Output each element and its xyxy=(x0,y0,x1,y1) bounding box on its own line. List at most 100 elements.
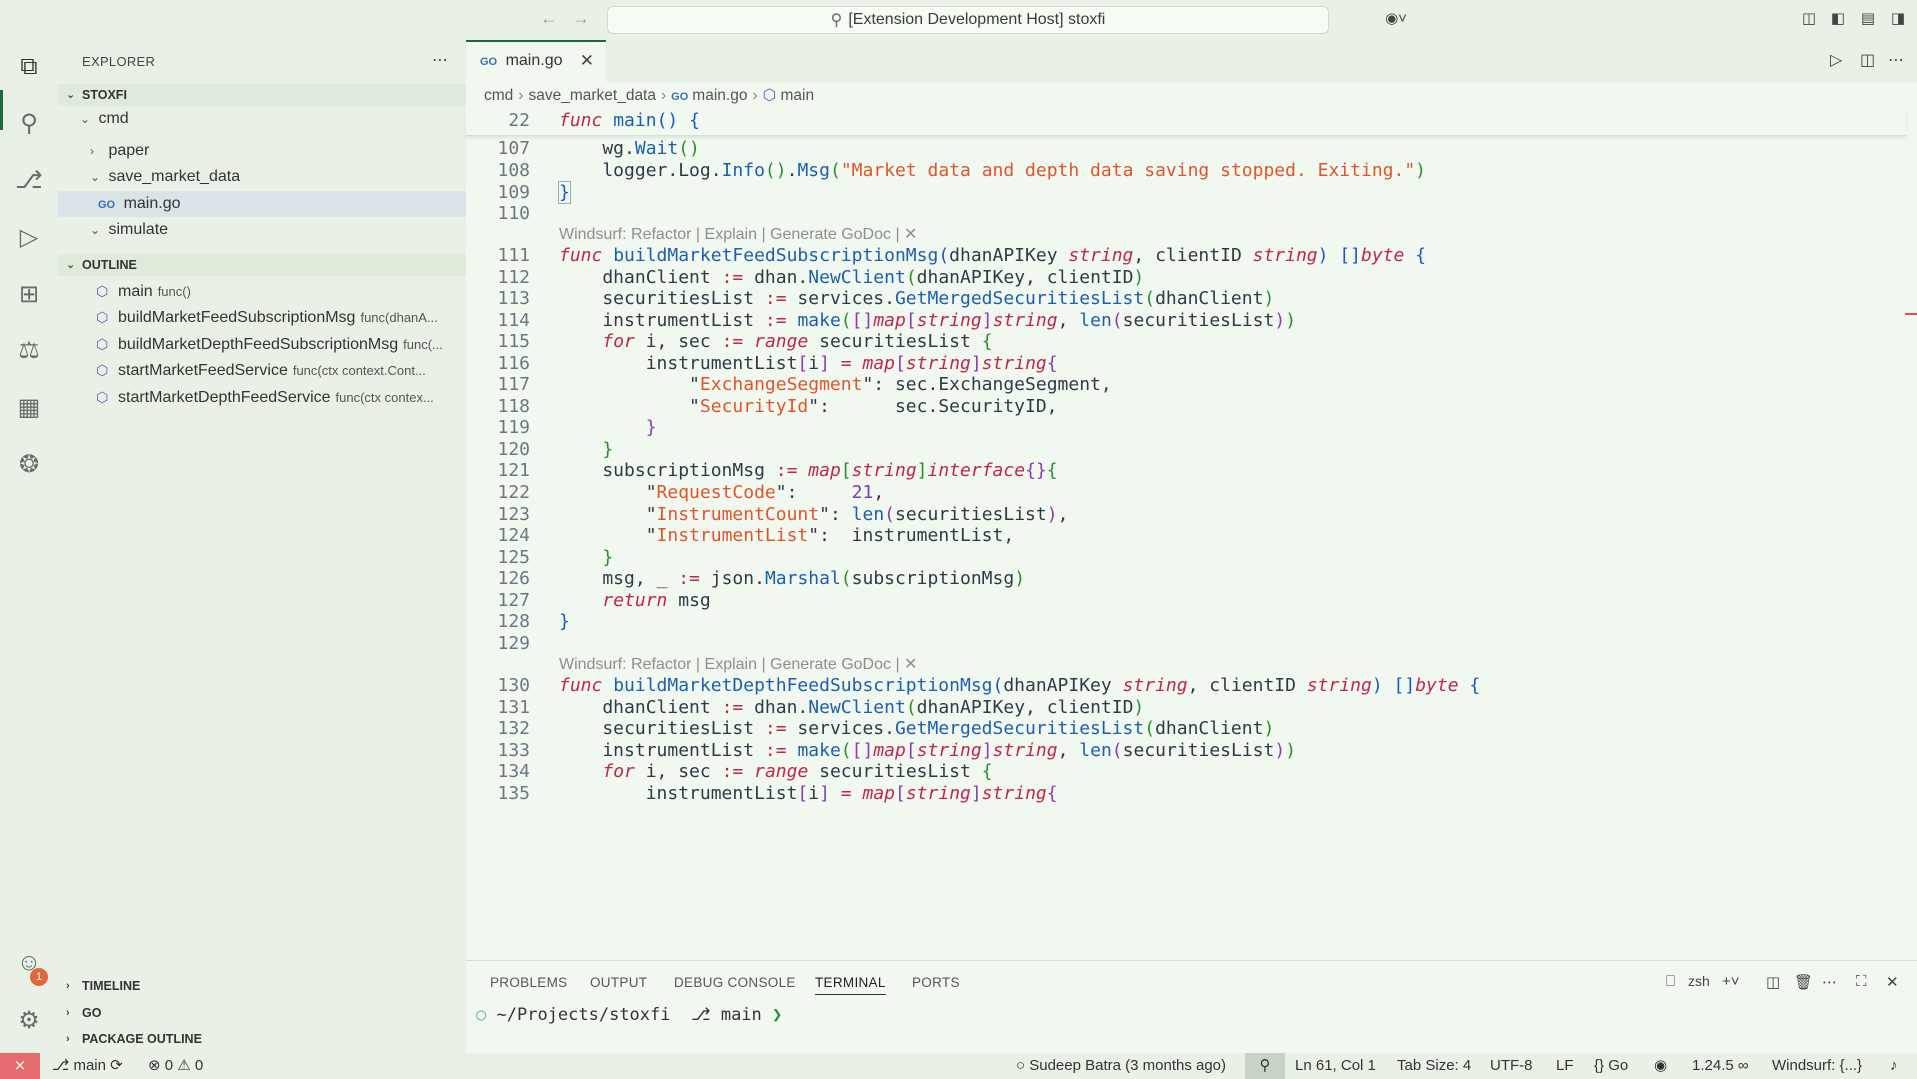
blame-text: Sudeep Batra (3 months ago) xyxy=(1029,1057,1227,1074)
source-control-icon[interactable]: ⎇ xyxy=(14,165,44,195)
problems-indicator[interactable]: ⊗ 0 ⚠ 0 xyxy=(148,1053,203,1079)
tab-main-go[interactable]: GO main.go ✕ xyxy=(466,40,606,82)
code-editor[interactable]: 22 func main() { 107 wg.Wait() 108 logger… xyxy=(466,110,1917,960)
breadcrumb-item[interactable]: main xyxy=(780,87,814,104)
search-icon: ⚲ xyxy=(830,12,843,29)
terminal-shell-label[interactable]: zsh xyxy=(1688,973,1710,989)
tree-item-label: cmd xyxy=(98,110,129,127)
status-bar: ⨯ ⎇ main ⟳ ⊗ 0 ⚠ 0 ○ Sudeep Batra (3 mon… xyxy=(0,1053,1917,1079)
chevron-right-icon: › xyxy=(66,980,70,992)
line-number: 129 xyxy=(497,633,530,654)
chevron-down-icon: ⌄ xyxy=(66,89,76,101)
encoding[interactable]: UTF-8 xyxy=(1490,1053,1533,1079)
run-icon[interactable]: ▷ xyxy=(1830,50,1842,70)
kubernetes-icon[interactable]: ❂ xyxy=(14,449,44,479)
function-symbol-icon: ⬡ xyxy=(96,336,109,352)
line-ending[interactable]: LF xyxy=(1556,1053,1574,1079)
close-icon[interactable]: ✕ xyxy=(580,42,594,80)
back-arrow-icon[interactable]: ← xyxy=(540,8,558,29)
timeline-header[interactable]: › TIMELINE xyxy=(58,975,466,997)
tab-ports[interactable]: PORTS xyxy=(912,975,960,990)
toggle-secondary-sidebar-icon[interactable]: ◨ xyxy=(1889,10,1907,28)
error-icon: ⊗ xyxy=(148,1057,161,1074)
scrollbar-marker xyxy=(1905,313,1917,315)
function-symbol-icon: ⬡ xyxy=(96,283,109,299)
maximize-panel-icon[interactable]: ⛶ xyxy=(1856,973,1867,990)
forward-arrow-icon[interactable]: → xyxy=(572,8,590,29)
more-actions-icon[interactable]: ⋯ xyxy=(1822,973,1837,991)
tree-item-label: main.go xyxy=(123,195,181,212)
copilot-icon[interactable]: ◉˅ xyxy=(1380,10,1412,28)
sticky-scroll-line[interactable]: 22 func main() { xyxy=(466,110,1906,136)
outline-item[interactable]: ⬡ startMarketFeedService func(ctx context… xyxy=(58,358,466,384)
chevron-down-icon: ⌄ xyxy=(66,259,76,271)
breadcrumb-item[interactable]: main.go xyxy=(692,87,747,104)
split-terminal-icon[interactable]: ◫ xyxy=(1766,973,1780,991)
warning-count: 0 xyxy=(194,1057,204,1074)
go-version[interactable]: 1.24.5 ∞ xyxy=(1692,1053,1749,1079)
search-icon[interactable]: ⚲ xyxy=(14,108,44,138)
extensions-icon[interactable]: ⊞ xyxy=(14,279,44,309)
testing-icon[interactable]: ⚖ xyxy=(14,335,44,365)
package-outline-header[interactable]: › PACKAGE OUTLINE xyxy=(58,1028,466,1050)
more-actions-icon[interactable]: ⋯ xyxy=(1888,50,1904,70)
explorer-icon[interactable]: ⧉ xyxy=(14,52,44,82)
git-blame[interactable]: ○ Sudeep Batra (3 months ago) xyxy=(1016,1053,1226,1079)
trash-icon[interactable]: 🗑 xyxy=(1794,973,1813,991)
tree-item-main-go[interactable]: GO main.go xyxy=(58,191,466,217)
folder-header[interactable]: ⌄ STOXFI xyxy=(58,84,466,106)
toggle-sidebar-icon[interactable]: ◧ xyxy=(1829,10,1847,28)
tab-label: main.go xyxy=(505,52,563,69)
chevron-down-icon: ⌄ xyxy=(90,223,101,237)
zoom-icon[interactable]: ⚲ xyxy=(1245,1053,1285,1079)
bottom-panel: PROBLEMS OUTPUT DEBUG CONSOLE TERMINAL P… xyxy=(466,960,1917,1053)
section-title: GO xyxy=(82,1006,102,1020)
command-center-label: [Extension Development Host] stoxfi xyxy=(848,11,1106,28)
go-header[interactable]: › GO xyxy=(58,1002,466,1024)
terminal-path: ~/Projects/stoxfi xyxy=(496,1005,671,1025)
branch-icon: ⎇ xyxy=(690,1005,711,1025)
tree-item-simulate[interactable]: ⌄ simulate xyxy=(58,217,466,243)
tab-debug-console[interactable]: DEBUG CONSOLE xyxy=(674,975,796,990)
more-actions-icon[interactable]: ⋯ xyxy=(432,50,448,70)
title-bar: ← → ⚲ [Extension Development Host] stoxf… xyxy=(0,0,1917,40)
outline-header[interactable]: ⌄ OUTLINE xyxy=(58,254,466,276)
code-line: 135 instrumentList[i] = map[string]strin… xyxy=(466,781,1906,807)
tree-item-save-market-data[interactable]: ⌄ save_market_data xyxy=(58,164,466,190)
sync-icon[interactable]: ⟳ xyxy=(110,1057,123,1074)
line-number: 135 xyxy=(497,783,530,804)
language-mode[interactable]: {} Go xyxy=(1594,1053,1628,1079)
breadcrumb-item[interactable]: save_market_data xyxy=(528,87,656,104)
toggle-panel-icon[interactable]: ▤ xyxy=(1859,10,1877,28)
tab-output[interactable]: OUTPUT xyxy=(590,975,647,990)
branch-indicator[interactable]: ⎇ main ⟳ xyxy=(52,1053,123,1079)
outline-item[interactable]: ⬡ buildMarketFeedSubscriptionMsg func(dha… xyxy=(58,305,466,331)
tree-item-cmd[interactable]: ⌄ cmd xyxy=(58,106,466,132)
tab-problems[interactable]: PROBLEMS xyxy=(490,975,567,990)
settings-gear-icon[interactable]: ⚙ xyxy=(14,1005,44,1035)
layout-customize-icon[interactable]: ◫ xyxy=(1800,10,1818,28)
copilot-status-icon[interactable]: ◉ xyxy=(1654,1053,1667,1079)
tree-item-label: simulate xyxy=(108,221,169,238)
run-debug-icon[interactable]: ▷ xyxy=(14,222,44,252)
notifications-bell-icon[interactable]: ♪ xyxy=(1890,1053,1898,1079)
cursor-position[interactable]: Ln 61, Col 1 xyxy=(1295,1053,1376,1079)
outline-item[interactable]: ⬡ buildMarketDepthFeedSubscriptionMsg fun… xyxy=(58,332,466,358)
tree-item-paper[interactable]: › paper xyxy=(58,138,466,164)
new-terminal-icon[interactable]: +˅ xyxy=(1722,973,1740,990)
outline-item-name: buildMarketFeedSubscriptionMsg xyxy=(118,309,356,326)
outline-item[interactable]: ⬡ main func() xyxy=(58,279,466,305)
windsurf-status[interactable]: Windsurf: {...} xyxy=(1772,1053,1862,1079)
command-center-search[interactable]: ⚲ [Extension Development Host] stoxfi xyxy=(607,6,1329,34)
error-count: 0 xyxy=(164,1057,174,1074)
outline-item[interactable]: ⬡ startMarketDepthFeedService func(ctx co… xyxy=(58,385,466,411)
breadcrumb-item[interactable]: cmd xyxy=(484,87,513,104)
remote-indicator-icon[interactable]: ⨯ xyxy=(0,1053,40,1079)
tab-size[interactable]: Tab Size: 4 xyxy=(1397,1053,1471,1079)
chevron-right-icon: › xyxy=(90,144,94,158)
tab-terminal[interactable]: TERMINAL xyxy=(815,975,886,995)
close-panel-icon[interactable]: ✕ xyxy=(1886,973,1899,991)
terminal-prompt[interactable]: ○ ~/Projects/stoxfi ⎇ main ❯ xyxy=(476,1005,782,1025)
containers-icon[interactable]: ▦ xyxy=(14,392,44,422)
split-editor-icon[interactable]: ◫ xyxy=(1860,50,1875,70)
